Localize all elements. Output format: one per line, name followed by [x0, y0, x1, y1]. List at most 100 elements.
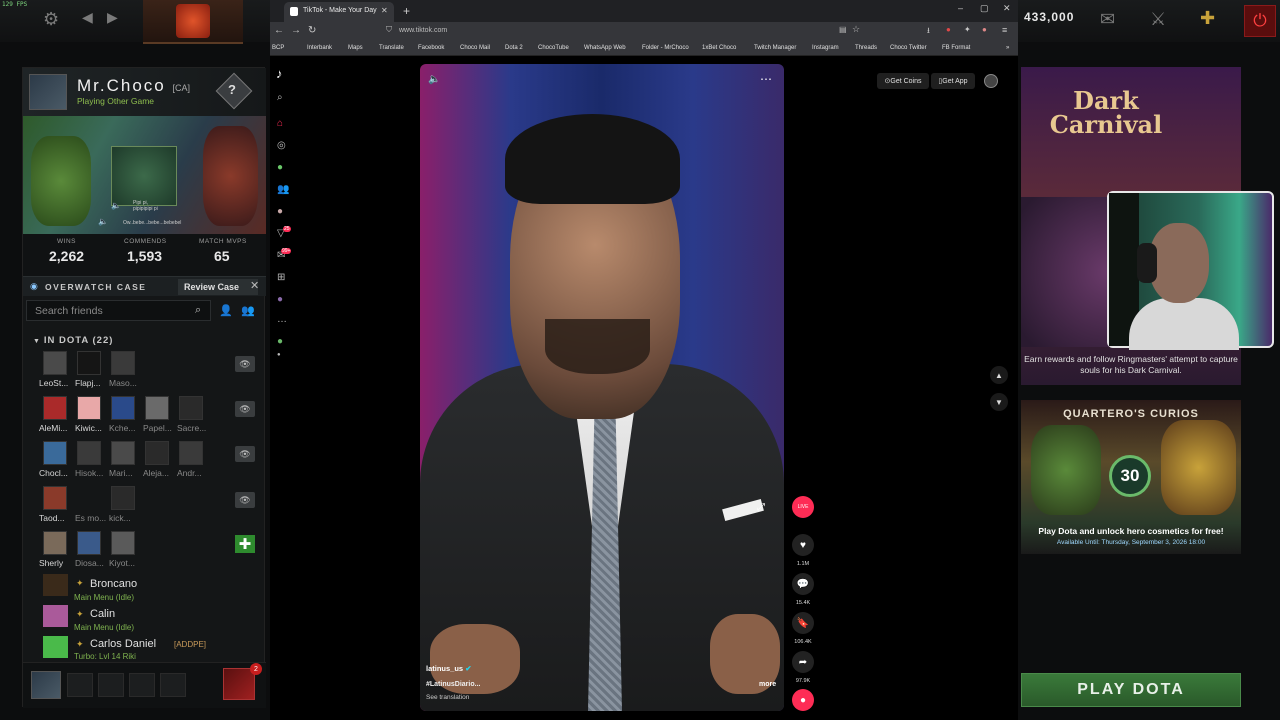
- search-input[interactable]: Search friends: [35, 305, 103, 317]
- friend-avatar[interactable]: [43, 531, 67, 555]
- friend-avatar[interactable]: [111, 486, 135, 510]
- friend-name[interactable]: Sherly: [39, 558, 63, 568]
- tiktok-profile-avatar[interactable]: [984, 74, 998, 88]
- back-arrow-icon[interactable]: ◀: [82, 9, 93, 26]
- add-friend-icon[interactable]: 👤: [219, 304, 233, 317]
- bookmark-item[interactable]: Facebook: [418, 45, 444, 51]
- profile-header[interactable]: Mr.Choco [CA] Playing Other Game ?: [23, 68, 266, 116]
- bookmark-icon[interactable]: 🔖: [792, 612, 814, 634]
- video-hashtag[interactable]: #LatinusDiario...: [426, 681, 480, 688]
- bookmark-item[interactable]: ChocoTube: [538, 45, 569, 51]
- spectate-eye-icon[interactable]: 👁: [235, 446, 255, 462]
- friend-avatar[interactable]: [145, 396, 169, 420]
- friend-name[interactable]: Mari...: [109, 468, 133, 478]
- dota-logo-icon[interactable]: [143, 0, 243, 44]
- friend-list-name[interactable]: Broncano: [90, 578, 137, 590]
- bookmark-item[interactable]: Threads: [855, 45, 877, 51]
- minimize-icon[interactable]: –: [958, 3, 963, 13]
- profile-icon[interactable]: ●: [982, 25, 987, 34]
- close-tab-icon[interactable]: ✕: [381, 6, 388, 15]
- close-window-icon[interactable]: ✕: [1003, 3, 1011, 14]
- previous-video-chevron-up-icon[interactable]: ▲: [990, 366, 1008, 384]
- bookmark-item[interactable]: BCP: [272, 45, 284, 51]
- back-icon[interactable]: ←: [274, 25, 284, 36]
- profile-icon[interactable]: ●: [277, 294, 283, 305]
- upload-icon[interactable]: ⊞: [277, 272, 285, 283]
- bookmark-item[interactable]: Interbank: [307, 45, 332, 51]
- friend-avatar[interactable]: [111, 531, 135, 555]
- more-link[interactable]: more: [759, 681, 776, 688]
- friend-avatar[interactable]: [111, 396, 135, 420]
- bookmark-item[interactable]: Twitch Manager: [754, 45, 796, 51]
- party-slot[interactable]: [129, 673, 155, 697]
- explore-icon[interactable]: ◎: [277, 140, 286, 151]
- address-bar[interactable]: ⛉ www.tiktok.com ▤ ☆: [384, 24, 866, 39]
- menu-icon[interactable]: ≡: [1002, 25, 1007, 35]
- friend-name[interactable]: Kiyot...: [109, 558, 135, 568]
- friend-avatar[interactable]: [43, 441, 67, 465]
- site-info-icon[interactable]: ⛉: [386, 25, 392, 35]
- friend-list-name[interactable]: Carlos Daniel: [90, 638, 156, 650]
- tiktok-logo-icon[interactable]: ♪: [276, 66, 283, 81]
- friend-name[interactable]: Andr...: [177, 468, 202, 478]
- comment-icon[interactable]: 💬: [792, 573, 814, 595]
- friend-name[interactable]: LeoSt...: [39, 378, 68, 388]
- bookmark-item[interactable]: Dota 2: [505, 45, 523, 51]
- share-arrow-icon[interactable]: ➦: [792, 651, 814, 673]
- more-icon[interactable]: …: [277, 314, 287, 325]
- spectate-eye-icon[interactable]: 👁: [235, 401, 255, 417]
- bookmark-item[interactable]: Instagram: [812, 45, 839, 51]
- collapse-triangle-icon[interactable]: ▼: [33, 338, 44, 345]
- friend-avatar[interactable]: [43, 636, 68, 658]
- speaker-icon[interactable]: 🔈: [111, 201, 121, 210]
- author-name[interactable]: latinus_us: [426, 664, 463, 673]
- puzzle-icon[interactable]: ✦: [964, 25, 971, 34]
- fullscreen-icon[interactable]: ⤢: [757, 502, 765, 513]
- bookmark-item[interactable]: FB Format: [942, 45, 970, 51]
- avatar[interactable]: [29, 74, 67, 110]
- get-app-button[interactable]: ▯ Get App: [931, 73, 975, 89]
- search-icon[interactable]: ⌕: [277, 92, 283, 103]
- play-dota-button[interactable]: PLAY DOTA: [1021, 673, 1241, 707]
- following-icon[interactable]: ●: [277, 162, 283, 173]
- bookmark-item[interactable]: WhatsApp Web: [584, 45, 626, 51]
- friend-avatar[interactable]: [43, 605, 68, 627]
- power-icon[interactable]: ⏻: [1244, 5, 1276, 37]
- video-player[interactable]: 🔈 ⋯ ⤢ latinus_us ✔ #LatinusDiario... See…: [420, 64, 784, 711]
- spectate-eye-icon[interactable]: 👁: [235, 356, 255, 372]
- video-author[interactable]: latinus_us ✔: [426, 664, 471, 673]
- friend-search[interactable]: Search friends ⌕: [26, 300, 211, 321]
- friend-avatar[interactable]: [43, 486, 67, 510]
- friend-name[interactable]: Sacre...: [177, 423, 206, 433]
- live-icon[interactable]: ●: [277, 206, 283, 217]
- friend-name[interactable]: Es mo...: [75, 513, 106, 523]
- extension-icon[interactable]: ●: [946, 25, 951, 34]
- friend-name[interactable]: kick...: [109, 513, 131, 523]
- invite-plus-button[interactable]: ✚: [235, 535, 255, 553]
- volume-icon[interactable]: 🔈: [428, 74, 440, 85]
- forward-arrow-icon[interactable]: ▶: [107, 9, 118, 26]
- party-avatar[interactable]: [31, 671, 61, 699]
- url-text[interactable]: www.tiktok.com: [399, 27, 447, 34]
- bookmark-item[interactable]: Choco Mail: [460, 45, 490, 51]
- close-icon[interactable]: ✕: [250, 279, 259, 292]
- maximize-icon[interactable]: ▢: [980, 3, 989, 14]
- creator-avatar[interactable]: LIVE: [792, 496, 814, 518]
- bookmark-item[interactable]: Maps: [348, 45, 363, 51]
- friend-name[interactable]: Kiwic...: [75, 423, 102, 433]
- friend-avatar[interactable]: [43, 351, 67, 375]
- in-dota-header[interactable]: ▼ IN DOTA (22): [33, 335, 113, 346]
- review-case-button[interactable]: Review Case: [178, 279, 258, 295]
- home-icon[interactable]: ⌂: [277, 118, 283, 129]
- reader-icon[interactable]: ▤: [839, 25, 847, 34]
- see-translation-link[interactable]: See translation: [426, 694, 469, 701]
- chat-avatar[interactable]: [223, 668, 255, 700]
- settings-gear-icon[interactable]: ⚙: [43, 9, 59, 30]
- more-bookmarks-icon[interactable]: »: [1006, 45, 1009, 51]
- party-slot[interactable]: [160, 673, 186, 697]
- friend-name[interactable]: AleMi...: [39, 423, 67, 433]
- next-video-chevron-down-icon[interactable]: ▼: [990, 393, 1008, 411]
- spectate-eye-icon[interactable]: 👁: [235, 492, 255, 508]
- friend-avatar[interactable]: [77, 531, 101, 555]
- download-icon[interactable]: ⭳: [927, 25, 930, 39]
